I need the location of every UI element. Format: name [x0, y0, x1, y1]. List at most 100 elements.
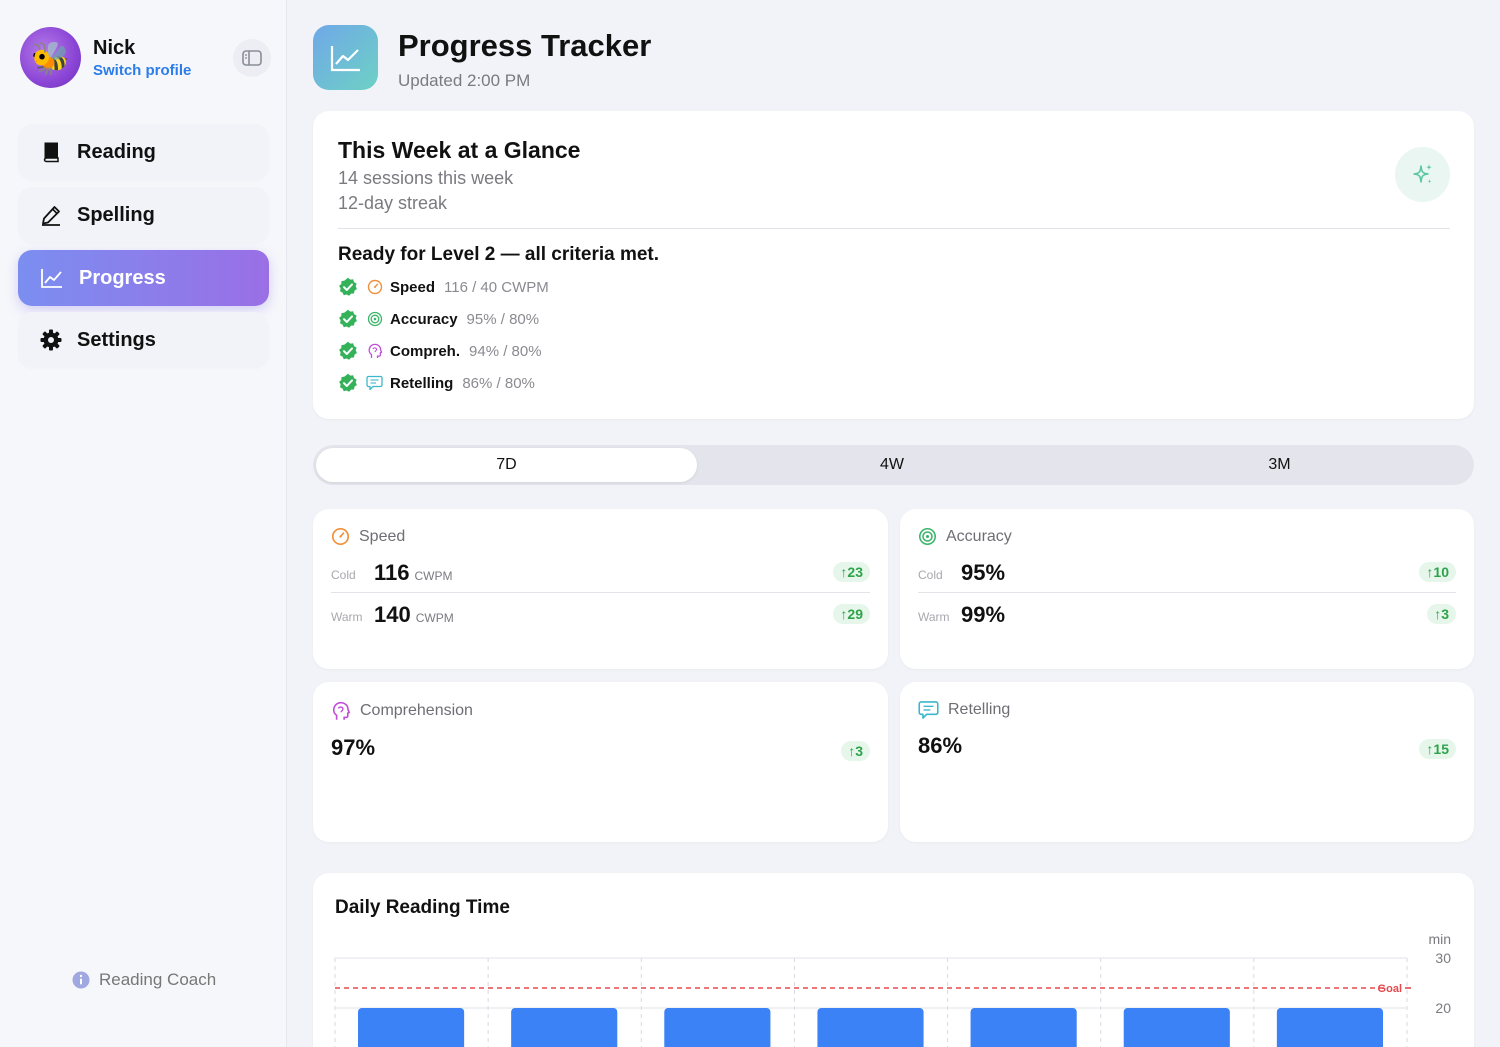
glance-title: This Week at a Glance: [338, 137, 581, 163]
goal-label: Goal: [1378, 983, 1402, 995]
speed-cold-row: Cold 116 CWPM ↑ 23: [331, 556, 870, 590]
criterion-name: Accuracy: [390, 310, 458, 328]
row-label: Cold: [331, 568, 356, 582]
arrow-up-icon: ↑: [840, 606, 848, 622]
sidebar-toggle-button[interactable]: [233, 39, 271, 77]
metric-title: Accuracy: [946, 527, 1012, 545]
avatar[interactable]: 🐝: [20, 27, 81, 88]
check-badge-icon: [339, 373, 357, 392]
arrow-up-icon: ↑: [1426, 564, 1434, 580]
sidebar-item-label: Settings: [77, 328, 156, 351]
delta-badge: ↑ 29: [833, 604, 870, 624]
insights-button[interactable]: [1395, 147, 1450, 202]
criterion-name: Speed: [390, 278, 436, 296]
criterion-value: 86% / 80%: [462, 374, 535, 392]
speed-metric-card[interactable]: Speed Cold 116 CWPM ↑ 23 Warm 140 CWPM ↑ 29: [313, 509, 888, 669]
retelling-value: 86%: [918, 733, 963, 758]
metric-header: Speed: [331, 527, 405, 546]
bar: [817, 1008, 924, 1047]
segment-7d[interactable]: 7D: [316, 448, 697, 482]
arrow-up-icon: ↑: [848, 743, 856, 759]
criterion-comprehension: Compreh. 94% / 80%: [338, 339, 542, 363]
metric-title: Speed: [359, 527, 406, 545]
check-badge-icon: [339, 277, 357, 296]
sidebar-item-label: Reading: [77, 140, 156, 163]
target-icon: [919, 528, 936, 545]
criterion-retelling: Retelling 86% / 80%: [338, 371, 535, 395]
sidebar-item-label: Progress: [79, 266, 166, 289]
accuracy-warm-row: Warm 99% ↑ 3: [918, 598, 1456, 632]
criterion-value: 94% / 80%: [469, 342, 542, 360]
arrow-up-icon: ↑: [1434, 606, 1442, 622]
delta-badge: ↑ 23: [833, 562, 870, 582]
speed-warm-row: Warm 140 CWPM ↑ 29: [331, 598, 870, 632]
head-icon: [332, 701, 351, 720]
profile-name: Nick: [93, 37, 136, 59]
speedometer-icon: [331, 527, 350, 546]
criterion-value: 116 / 40 CWPM: [444, 278, 549, 296]
criterion-speed: Speed 116 / 40 CWPM: [338, 275, 549, 299]
row-label: Warm: [331, 610, 363, 624]
criterion-name: Retelling: [390, 374, 454, 392]
sidebar-item-reading[interactable]: Reading: [18, 124, 269, 180]
metric-title: Retelling: [948, 701, 1011, 718]
row-value: 116 CWPM: [374, 560, 453, 585]
bar: [664, 1008, 771, 1047]
y-tick-label: 30: [1435, 950, 1451, 966]
delta-badge: ↑ 3: [841, 741, 870, 761]
target-icon: [367, 311, 382, 327]
speech-bubble-icon: [366, 375, 383, 391]
bee-avatar-icon: 🐝: [30, 39, 71, 76]
row-value: 95%: [961, 560, 1006, 585]
profile-header: 🐝 Nick Switch profile: [20, 27, 271, 89]
speedometer-icon: [367, 279, 382, 295]
accuracy-cold-row: Cold 95% ↑ 10: [918, 556, 1456, 590]
sidebar-toggle-icon: [242, 50, 262, 66]
reading-coach-footer[interactable]: Reading Coach: [72, 970, 216, 990]
sidebar-item-settings[interactable]: Settings: [18, 312, 269, 368]
criterion-value: 95% / 80%: [466, 310, 540, 328]
metric-header: Retelling: [918, 700, 1010, 720]
sidebar-item-spelling[interactable]: Spelling: [18, 187, 269, 243]
updated-timestamp: Updated 2:00 PM: [398, 71, 531, 90]
bar: [511, 1008, 618, 1047]
arrow-up-icon: ↑: [840, 564, 848, 580]
sidebar-item-progress[interactable]: Progress: [18, 250, 269, 306]
arrow-up-icon: ↑: [1426, 741, 1434, 757]
sparkle-icon: [1412, 163, 1432, 184]
delta-badge: ↑ 3: [1427, 604, 1456, 624]
week-glance-card: This Week at a Glance 14 sessions this w…: [313, 111, 1474, 419]
switch-profile-link[interactable]: Switch profile: [93, 62, 191, 79]
daily-reading-time-chart: 30 20 min Goal: [334, 931, 1451, 1047]
chart-line-icon: [41, 269, 62, 288]
criterion-accuracy: Accuracy 95% / 80%: [338, 307, 539, 331]
row-label: Cold: [918, 568, 943, 582]
info-icon: [72, 971, 90, 989]
retelling-metric-card[interactable]: Retelling 86% ↑ 15: [900, 682, 1474, 842]
delta-badge: ↑ 10: [1419, 562, 1456, 582]
delta-badge: ↑ 15: [1419, 739, 1456, 759]
metric-title: Comprehension: [360, 702, 473, 719]
check-badge-icon: [339, 341, 357, 360]
row-value: 140 CWPM: [374, 602, 454, 627]
sidebar: 🐝 Nick Switch profile Reading Spelling P…: [0, 0, 287, 1047]
book-icon: [43, 142, 59, 163]
y-axis-unit-label: min: [1428, 931, 1451, 947]
accuracy-metric-card[interactable]: Accuracy Cold 95% ↑ 10 Warm 99% ↑ 3: [900, 509, 1474, 669]
level-ready-message: Ready for Level 2 — all criteria met.: [338, 244, 660, 265]
sidebar-item-label: Spelling: [77, 203, 155, 226]
comprehension-value: 97%: [331, 735, 376, 760]
pencil-icon: [42, 206, 60, 226]
segment-3m[interactable]: 3M: [1088, 448, 1471, 482]
metric-header: Accuracy: [918, 527, 1012, 546]
divider: [338, 228, 1450, 229]
chart-line-icon: [330, 45, 360, 71]
criterion-name: Compreh.: [390, 342, 461, 360]
comprehension-metric-card[interactable]: Comprehension 97% ↑ 3: [313, 682, 888, 842]
chart-title: Daily Reading Time: [335, 897, 510, 918]
divider: [331, 592, 870, 593]
head-icon: [368, 343, 382, 358]
bar: [358, 1008, 465, 1047]
segment-4w[interactable]: 4W: [699, 448, 1085, 482]
daily-reading-time-card: Daily Reading Time 30 20 min Goal: [313, 873, 1474, 1047]
